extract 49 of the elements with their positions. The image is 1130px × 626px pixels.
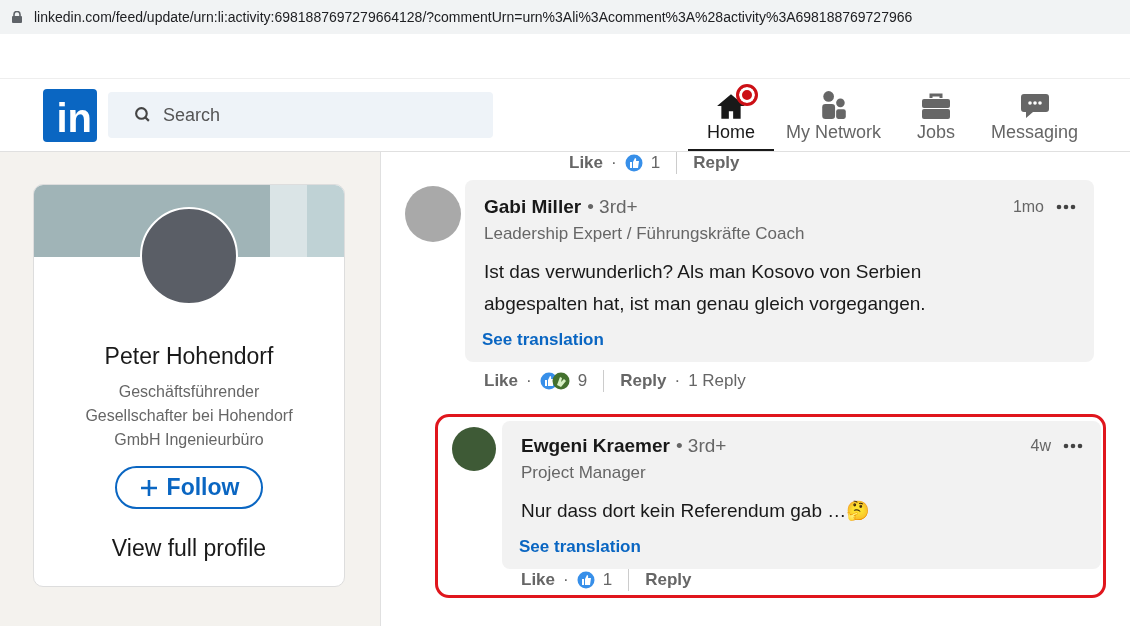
lock-icon <box>12 11 22 23</box>
profile-headline: Geschäftsführender Gesellschafter bei Hohendorf GmbH Ingenieurbüro <box>84 382 294 450</box>
separator-dot: · <box>526 371 532 391</box>
nav-tab[interactable]: My Network <box>774 79 893 151</box>
follow-button[interactable]: Follow <box>114 466 264 509</box>
like-link[interactable]: Like <box>521 570 556 590</box>
comment-text: Nur dass dort kein Referendum gab …🤔 <box>521 499 872 523</box>
replies-link[interactable]: 1 Reply <box>688 371 746 391</box>
comment-time: 4w <box>1030 437 1051 455</box>
profile-name: Peter Hohendorf <box>104 343 274 370</box>
reply-link[interactable]: Reply <box>620 371 667 391</box>
nav-tab[interactable]: Home <box>688 79 774 151</box>
reply-link[interactable]: Reply <box>693 153 740 173</box>
separator-dot: · <box>563 570 569 590</box>
avatar-placeholder <box>405 186 461 242</box>
see-translation-link[interactable]: See translation <box>519 537 1083 557</box>
search-field[interactable]: Search <box>108 92 493 138</box>
author-headline: Leadership Expert / Führungskräfte Coach <box>484 224 806 244</box>
view-profile-link[interactable]: View full profile <box>111 535 267 562</box>
comment-time: 1mo <box>1012 198 1044 216</box>
separator-dot: · <box>674 371 681 391</box>
reaction-count: 9 <box>577 371 588 391</box>
logo[interactable]: in <box>43 88 97 142</box>
url-text: linkedin.com/feed/update/urn:li:activity:6981887697279664128/?commentUrn=urn%3Ali%3Acomment%3A%28activity%3A698188769727966 <box>34 9 913 25</box>
more-options-icon[interactable] <box>1056 204 1076 210</box>
nav-tab[interactable]: Jobs <box>893 79 979 151</box>
like-link[interactable]: Like <box>484 371 519 391</box>
see-translation-link[interactable]: See translation <box>482 330 1076 350</box>
briefcase-icon <box>920 92 952 120</box>
reaction-count: 1 <box>650 153 661 173</box>
reaction-count: 1 <box>602 570 613 590</box>
more-options-icon[interactable] <box>1063 443 1083 449</box>
author-name[interactable]: Gabi Miller <box>484 196 582 218</box>
connection-degree: • 3rd+ <box>587 196 638 218</box>
search-icon <box>134 106 151 123</box>
author-headline: Project Manager <box>521 463 647 483</box>
address-bar[interactable]: linkedin.com/feed/update/urn:li:activity:6981887697279664128/?commentUrn=urn%3Ali%3Acomment%3A%28activity%3A698188769727966 <box>0 0 1130 34</box>
nav-tab[interactable]: Messaging <box>979 79 1091 151</box>
reply-link[interactable]: Reply <box>645 570 692 590</box>
thumbs-up-icon <box>576 571 595 589</box>
plus-icon <box>138 477 159 498</box>
clapping-hands-icon <box>551 372 570 390</box>
avatar-placeholder <box>452 427 496 471</box>
connection-degree: • 3rd+ <box>675 435 727 457</box>
author-name[interactable]: Ewgeni Kraemer <box>521 435 670 457</box>
separator-dot: · <box>611 153 617 173</box>
comment-text: Ist das verwunderlich? Als man Kosovo von Serbien abgespalten hat, ist man genau gleich vorgegangen. <box>484 260 927 316</box>
like-link[interactable]: Like <box>569 153 604 173</box>
speech-bubble-icon <box>1018 92 1051 120</box>
